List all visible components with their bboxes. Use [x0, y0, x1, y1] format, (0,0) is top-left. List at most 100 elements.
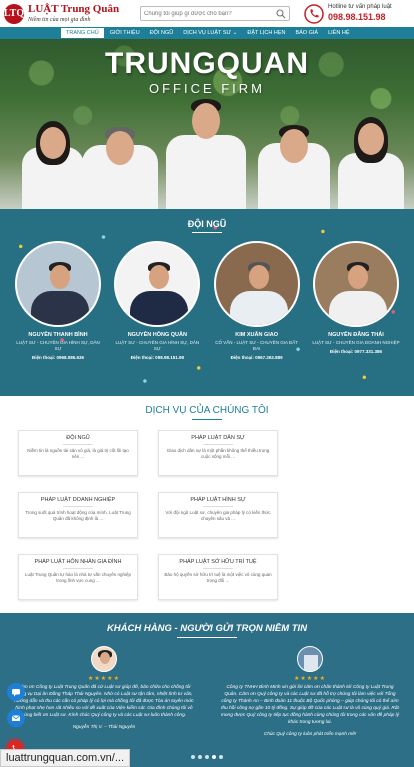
- testimonials-title: KHÁCH HÀNG - NGƯỜI GỬI TRỌN NIỀM TIN: [106, 623, 308, 634]
- member-name: NGUYỄN HỒNG QUÂN: [127, 332, 187, 338]
- search-box[interactable]: [140, 6, 290, 21]
- team-member[interactable]: NGUYỄN ĐĂNG THÁI LUẬT SƯ - CHUYÊN GIA DO…: [312, 241, 400, 360]
- chat-icon: [12, 689, 20, 697]
- service-title: PHÁP LUẬT DÂN SỰ: [191, 435, 245, 441]
- testimonial-author: Chúc Quý công ty luôn phát triển mạnh mẽ…: [263, 731, 357, 737]
- member-photo: [213, 241, 300, 327]
- service-divider: [203, 444, 233, 445]
- logo-mark: LTQ: [4, 3, 24, 24]
- main-nav: TRANG CHỦ GIỚI THIỆU ĐỘI NGŨ DỊCH VỤ LUẬ…: [0, 27, 414, 39]
- service-card[interactable]: PHÁP LUẬT HÌNH SỰ Với đội ngũ Luật sư, c…: [158, 492, 278, 538]
- status-url: luattrungquan.com.vn/...: [0, 749, 131, 767]
- site-header: LTQ LUẬT Trung Quân Niềm tin của mọi gia…: [0, 0, 414, 27]
- logo-name: LUẬT Trung Quân: [28, 3, 120, 15]
- member-role: CỐ VẤN - LUẬT SƯ - CHUYÊN GIA ĐẤT ĐAI: [215, 340, 299, 351]
- testimonial-avatar: [91, 646, 117, 672]
- search-input[interactable]: [144, 10, 272, 17]
- slider-dot[interactable]: [212, 755, 216, 759]
- logo-slogan: Niềm tin của mọi gia đình: [28, 17, 91, 23]
- member-phone: Điện thoại: 0967.262.889: [230, 354, 283, 360]
- nav-item-services[interactable]: DỊCH VỤ LUẬT SƯ ⌄: [178, 27, 242, 39]
- team-members: NGUYỄN THANH BÌNH LUẬT SƯ - CHUYÊN GIA H…: [0, 233, 414, 360]
- rating-stars: ★★★★★: [294, 676, 326, 682]
- hotline-number[interactable]: 098.98.151.98: [328, 12, 392, 23]
- testimonial: ★★★★★ Cảm ơn Công ty Luật Trung Quân đã …: [14, 646, 194, 737]
- hero-title: TRUNGQUAN: [105, 47, 309, 80]
- testimonial-text: Công ty TNHH Bình Minh xin gửi lời cảm ơ…: [220, 685, 400, 725]
- member-role: LUẬT SƯ - CHUYÊN GIA HÌNH SỰ, DÂN SỰ: [115, 340, 200, 351]
- testimonial-text: Cảm ơn Công ty Luật Trung Quân đã cử Luậ…: [14, 685, 194, 718]
- hotline-text: Hotline tư vấn pháp luật 098.98.151.98: [328, 4, 392, 23]
- service-title: PHÁP LUẬT SỞ HỮU TRÍ TUỆ: [179, 559, 257, 565]
- testimonials-section: KHÁCH HÀNG - NGƯỜI GỬI TRỌN NIỀM TIN ★★★…: [0, 613, 414, 767]
- nav-item-pricing[interactable]: BÁO GIÁ: [290, 27, 323, 39]
- service-divider: [203, 568, 233, 569]
- site-logo[interactable]: LTQ LUẬT Trung Quân Niềm tin của mọi gia…: [4, 3, 134, 24]
- slider-dot[interactable]: [198, 755, 202, 759]
- nav-item-contact[interactable]: LIÊN HỆ: [323, 27, 354, 39]
- service-title: ĐỘI NGŨ: [66, 435, 90, 441]
- member-name: KIM XUÂN GIAO: [235, 332, 279, 338]
- team-section: ĐỘI NGŨ NGUYỄN THANH BÌNH LUẬT SƯ - CHUY…: [0, 209, 414, 396]
- service-card[interactable]: PHÁP LUẬT DOANH NGHIỆP Trong suốt quá tr…: [18, 492, 138, 538]
- service-title: PHÁP LUẬT DOANH NGHIỆP: [40, 497, 116, 503]
- service-divider: [63, 444, 93, 445]
- member-role: LUẬT SƯ - CHUYÊN GIA HÌNH SỰ, DÂN SỰ: [16, 340, 100, 351]
- member-role: LUẬT SƯ - CHUYÊN GIA DOANH NGHIỆP: [312, 340, 400, 345]
- service-title: PHÁP LUẬT HÔN NHÂN GIA ĐÌNH: [34, 559, 122, 565]
- hero-person: [22, 99, 84, 209]
- testimonial-avatar: [297, 646, 323, 672]
- rating-stars: ★★★★★: [88, 676, 120, 682]
- member-phone: Điện thoại: 0968.086.636: [31, 354, 85, 360]
- member-photo: [15, 241, 101, 327]
- member-photo: [114, 241, 201, 327]
- service-card[interactable]: PHÁP LUẬT HÔN NHÂN GIA ĐÌNH Luật Trung Q…: [18, 554, 138, 600]
- slider-dot[interactable]: [219, 755, 223, 759]
- service-card[interactable]: PHÁP LUẬT SỞ HỮU TRÍ TUỆ Bảo hộ quyền sở…: [158, 554, 278, 600]
- hotline[interactable]: Hotline tư vấn pháp luật 098.98.151.98: [304, 3, 392, 24]
- logo-text: LUẬT Trung Quân Niềm tin của mọi gia đìn…: [28, 3, 120, 24]
- phone-icon: [304, 3, 324, 24]
- service-card[interactable]: ĐỘI NGŨ Niềm tin là nguồn tài sản vô giá…: [18, 430, 138, 476]
- nav-item-about[interactable]: GIỚI THIỆU: [105, 27, 145, 39]
- member-name: NGUYỄN THANH BÌNH: [28, 332, 88, 338]
- services-title: DỊCH VỤ CỦA CHÚNG TÔI: [145, 405, 269, 416]
- member-phone: Điện thoại: 0977.331.386: [329, 348, 382, 354]
- service-description: Bảo hộ quyền sở hữu trí tuệ là một việc …: [164, 572, 272, 584]
- service-description: Trong suốt quá trình hoạt động của mình,…: [25, 510, 131, 522]
- page: LTQ LUẬT Trung Quân Niềm tin của mọi gia…: [0, 0, 414, 767]
- mail-icon: [11, 715, 21, 721]
- team-member[interactable]: KIM XUÂN GIAO CỐ VẤN - LUẬT SƯ - CHUYÊN …: [213, 241, 301, 360]
- team-member[interactable]: NGUYỄN HỒNG QUÂN LUẬT SƯ - CHUYÊN GIA HÌ…: [113, 241, 201, 360]
- member-phone: Điện thoại: 098.98.151.98: [130, 354, 184, 360]
- service-card[interactable]: PHÁP LUẬT DÂN SỰ Giao dịch dân sự là một…: [158, 430, 278, 476]
- service-divider: [203, 506, 233, 507]
- hero-banner: TRUNGQUAN OFFICE FIRM: [0, 39, 414, 209]
- search-icon[interactable]: [276, 8, 286, 19]
- service-description: Niềm tin là nguồn tài sản vô giá, là giá…: [27, 448, 129, 460]
- hero-person: [338, 105, 404, 209]
- slider-dot[interactable]: [191, 755, 195, 759]
- service-description: Giao dịch dân sự là một phần không thể t…: [166, 448, 270, 460]
- member-name: NGUYỄN ĐĂNG THÁI: [328, 332, 384, 338]
- services-section: DỊCH VỤ CỦA CHÚNG TÔI ĐỘI NGŨ Niềm tin l…: [0, 396, 414, 613]
- services-grid: ĐỘI NGŨ Niềm tin là nguồn tài sản vô giá…: [0, 420, 414, 600]
- service-description: Luật Trung Quân tự hào là nhà tư vấn chu…: [24, 572, 132, 584]
- nav-item-booking[interactable]: ĐẶT LỊCH HẸN: [242, 27, 290, 39]
- messenger-button[interactable]: [7, 683, 25, 701]
- service-divider: [63, 506, 93, 507]
- team-member[interactable]: NGUYỄN THANH BÌNH LUẬT SƯ - CHUYÊN GIA H…: [14, 241, 102, 360]
- testimonials-slider[interactable]: ★★★★★ Cảm ơn Công ty Luật Trung Quân đã …: [0, 638, 414, 737]
- hero-person: [82, 91, 158, 209]
- member-photo: [312, 241, 399, 327]
- email-button[interactable]: [7, 709, 25, 727]
- hero-person: [166, 77, 246, 209]
- nav-item-home[interactable]: TRANG CHỦ: [60, 27, 105, 39]
- nav-item-team[interactable]: ĐỘI NGŨ: [145, 27, 179, 39]
- testimonial-author: Nguyễn Thị V. – Thái Nguyên: [72, 724, 136, 730]
- hotline-label: Hotline tư vấn pháp luật: [328, 4, 392, 11]
- testimonial: ★★★★★ Công ty TNHH Bình Minh xin gửi lời…: [220, 646, 400, 737]
- hero-person: [258, 89, 330, 209]
- slider-dot[interactable]: [205, 755, 209, 759]
- service-divider: [63, 568, 93, 569]
